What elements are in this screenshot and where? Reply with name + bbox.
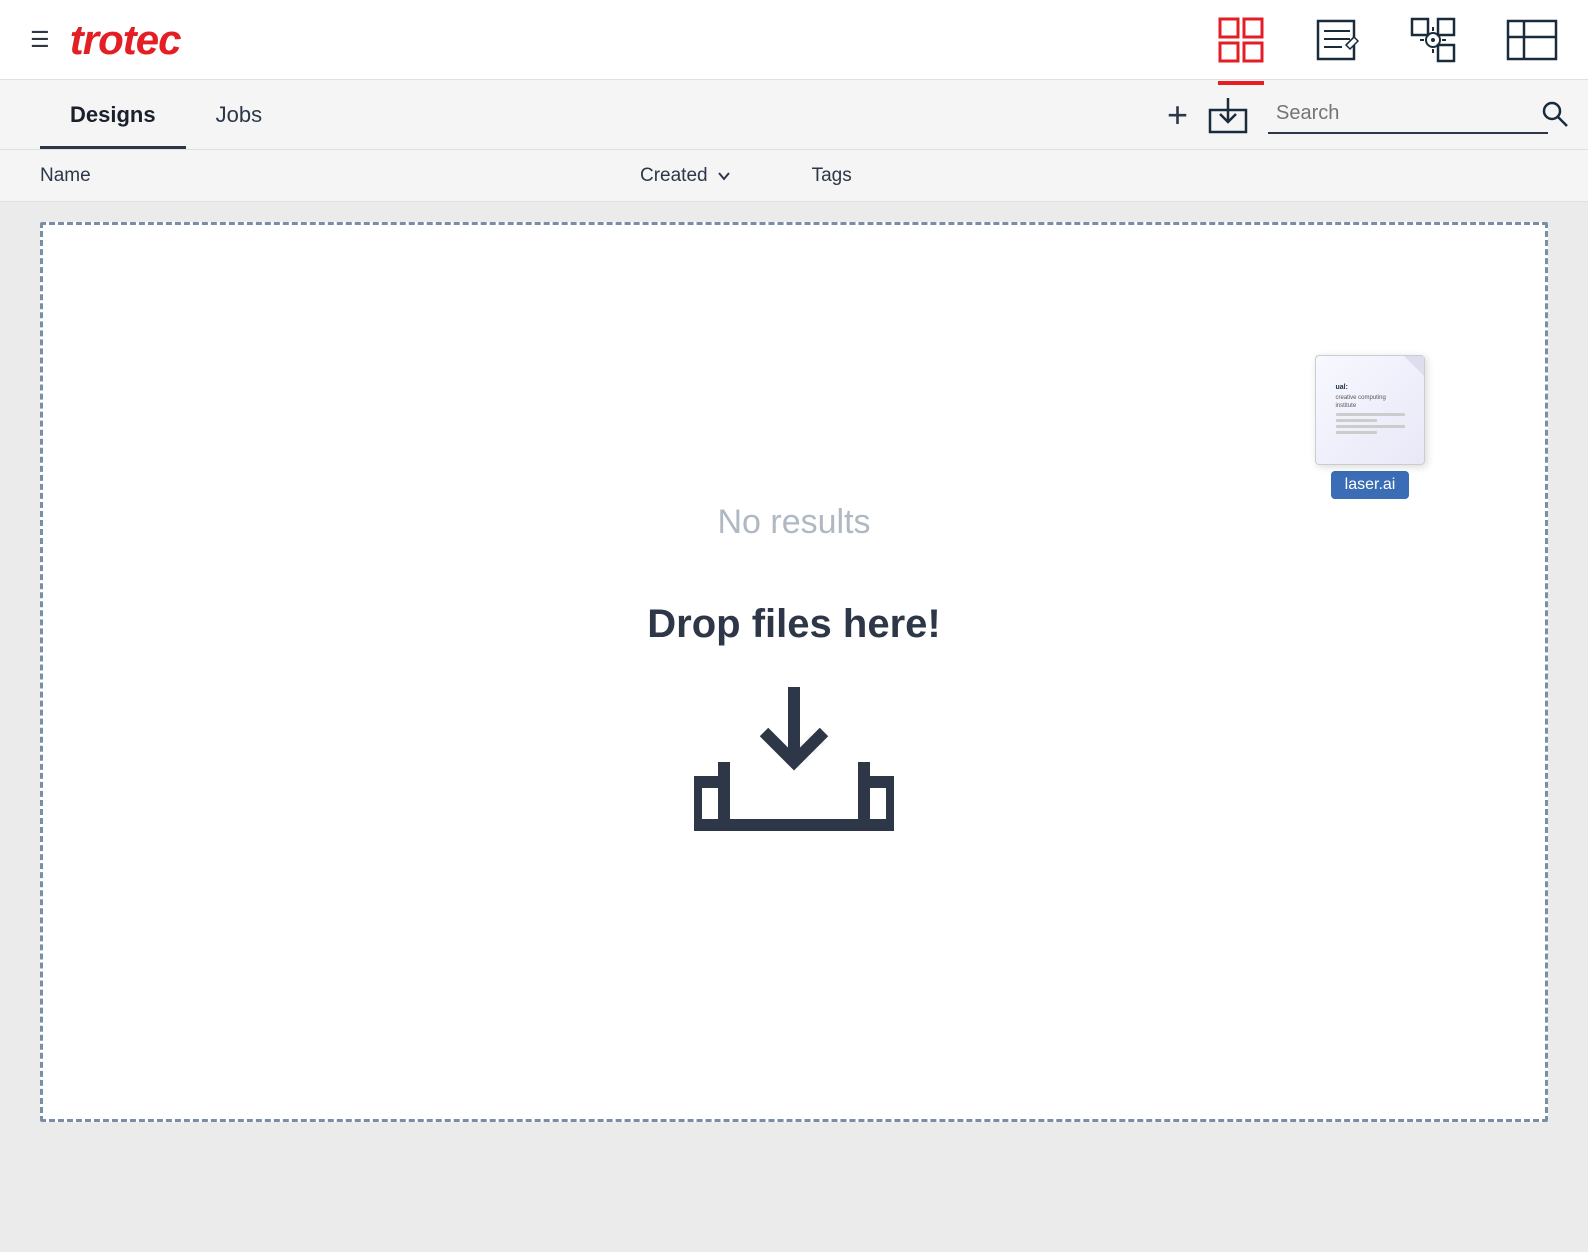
grid-view-button[interactable] [1218,17,1264,63]
file-thumbnail: ual: creative computing institute [1315,355,1425,465]
tab-bar: Designs Jobs + [0,80,1588,150]
search-button[interactable] [1541,100,1569,128]
main-content: ual: creative computing institute laser.… [0,202,1588,1252]
search-input[interactable] [1276,102,1541,125]
file-name-badge: laser.ai [1331,471,1410,499]
column-headers: Name Created Tags [0,150,1588,202]
file-thumbnail-label3: institute [1336,403,1357,409]
col-header-created[interactable]: Created [640,165,732,187]
import-button[interactable] [1208,96,1248,134]
tab-designs[interactable]: Designs [40,80,186,149]
edit-icon [1314,17,1360,63]
app-logo: trotec [70,16,181,64]
sort-down-icon [716,168,732,184]
panel-icon [1506,17,1558,63]
edit-view-button[interactable] [1314,17,1360,63]
import-icon [1208,96,1248,134]
search-icon [1541,100,1569,128]
target-icon [1410,17,1456,63]
drop-files-text: Drop files here! [647,602,940,647]
tab-actions: + [1167,96,1548,134]
drop-icon [694,677,894,842]
header-icon-group [1218,17,1558,63]
add-design-button[interactable]: + [1167,97,1188,133]
file-thumbnail-label2: creative computing [1336,395,1386,401]
panel-view-button[interactable] [1506,17,1558,63]
target-view-button[interactable] [1410,17,1456,63]
drop-zone[interactable]: ual: creative computing institute laser.… [40,222,1548,1122]
col-header-name: Name [40,165,640,187]
tab-jobs[interactable]: Jobs [186,80,292,149]
grid-icon [1218,17,1264,63]
app-header: ☰ trotec [0,0,1588,80]
file-preview: ual: creative computing institute laser.… [1315,355,1425,499]
no-results-text: No results [717,503,870,542]
search-container [1268,96,1548,134]
col-header-tags: Tags [812,165,852,187]
menu-icon[interactable]: ☰ [30,29,50,51]
file-thumbnail-label1: ual: [1336,384,1348,391]
drop-into-tray-icon [694,677,894,837]
